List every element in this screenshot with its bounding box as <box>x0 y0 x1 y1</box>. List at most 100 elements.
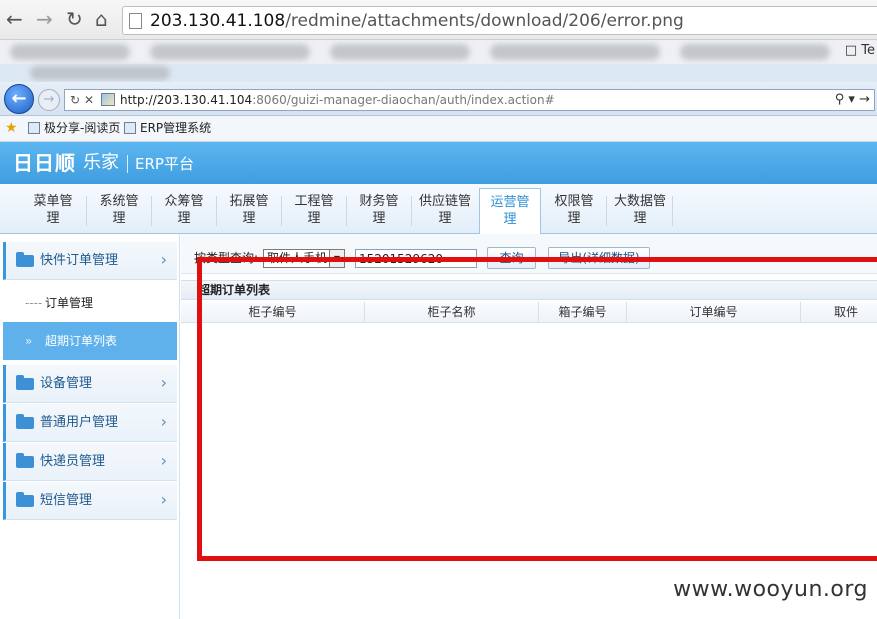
nav-separator <box>151 196 152 226</box>
nav-separator <box>346 196 347 226</box>
favorite-page-icon <box>28 122 40 134</box>
watermark: www.wooyun.org <box>673 577 868 602</box>
app-header: 日日顺 乐家 ERP平台 <box>0 142 877 184</box>
tree-branch: ---- <box>25 296 43 310</box>
chevron-right-icon: › <box>160 451 167 470</box>
favorites-bar: ★ 极分享-阅读页 ERP管理系统 <box>0 116 877 142</box>
sidebar-group-label: 快件订单管理 <box>40 253 119 268</box>
nav-label: 权限管理 <box>554 194 594 226</box>
arrow-left-icon[interactable]: ← <box>6 7 23 31</box>
nav-operations-management[interactable]: 运营管理 <box>479 188 541 234</box>
nav-label: 系统管理 <box>99 194 139 226</box>
nav-separator <box>86 196 87 226</box>
nav-label: 工程管理 <box>294 194 334 226</box>
nav-separator <box>411 196 412 226</box>
nav-supply-chain-management[interactable]: 供应链管理 <box>413 188 477 234</box>
blurred-tab <box>30 66 170 80</box>
outer-url-path: /redmine/attachments/download/206/error.… <box>285 11 684 31</box>
ie-tab-strip-blurred <box>0 64 877 82</box>
nav-label: 财务管理 <box>359 194 399 226</box>
nav-label: 运营管理 <box>490 195 530 227</box>
sidebar-group-label: 快递员管理 <box>40 454 106 469</box>
folder-icon <box>16 252 34 267</box>
sidebar-group-express-orders[interactable]: 快件订单管理 › <box>3 242 177 280</box>
sidebar-item-label: 订单管理 <box>45 296 94 310</box>
nav-permission-management[interactable]: 权限管理 <box>543 188 605 234</box>
favorite-link-jifenxiang[interactable]: 极分享-阅读页 <box>28 121 120 136</box>
outer-bookmarks-bar-blurred: □ Te <box>0 40 877 64</box>
nav-system-management[interactable]: 系统管理 <box>88 188 150 234</box>
home-icon[interactable]: ⌂ <box>95 7 108 31</box>
favorite-link-erp[interactable]: ERP管理系统 <box>124 121 211 136</box>
forward-arrow-icon[interactable]: → <box>38 89 60 111</box>
nav-label: 众筹管理 <box>164 194 204 226</box>
sidebar-item-overdue-orders[interactable]: » 超期订单列表 <box>3 322 177 360</box>
ie-url-path: :8060/guizi-manager-diaochan/auth/index.… <box>252 93 555 107</box>
stop-icon[interactable]: ✕ <box>84 92 94 108</box>
platform-title: ERP平台 <box>135 155 194 173</box>
sidebar-group-sms-management[interactable]: 短信管理 › <box>3 482 177 520</box>
outer-browser-toolbar: ← → ↻ ⌂ 203.130.41.108/redmine/attachmen… <box>0 0 877 40</box>
sidebar-group-label: 普通用户管理 <box>40 415 119 430</box>
bookmark-tail-label: Te <box>861 43 875 58</box>
folder-icon <box>16 375 34 390</box>
page-icon <box>129 13 142 29</box>
chevron-right-icon: › <box>160 373 167 392</box>
blurred-bookmark <box>490 44 660 60</box>
sidebar-group-user-management[interactable]: 普通用户管理 › <box>3 404 177 442</box>
nav-expansion-management[interactable]: 拓展管理 <box>218 188 280 234</box>
outer-address-bar[interactable]: 203.130.41.108/redmine/attachments/downl… <box>122 6 877 35</box>
tree-branch: » <box>25 334 33 348</box>
blurred-bookmark <box>330 44 470 60</box>
arrow-right-icon[interactable]: → <box>36 7 53 31</box>
folder-icon <box>16 453 34 468</box>
back-arrow-icon[interactable]: ← <box>4 84 34 114</box>
favorite-label: ERP管理系统 <box>140 121 212 135</box>
nav-label: 拓展管理 <box>229 194 269 226</box>
folder-icon <box>16 414 34 429</box>
page-icon: □ <box>844 43 862 58</box>
nav-engineering-management[interactable]: 工程管理 <box>283 188 345 234</box>
nav-separator <box>672 196 673 226</box>
chevron-right-icon: › <box>160 250 167 269</box>
nav-crowdfunding-management[interactable]: 众筹管理 <box>153 188 215 234</box>
nav-big-data-management[interactable]: 大数据管理 <box>608 188 672 234</box>
folder-icon <box>16 492 34 507</box>
sidebar-group-label: 短信管理 <box>40 493 93 508</box>
ie-address-bar[interactable]: ↻ ✕ http://203.130.41.104:8060/guizi-man… <box>64 89 875 111</box>
brand-logo-sub: 乐家 <box>83 152 119 173</box>
ie-url-text: http://203.130.41.104:8060/guizi-manager… <box>120 92 555 108</box>
nav-separator <box>606 196 607 226</box>
ie-toolbar: ← → ↻ ✕ http://203.130.41.104:8060/guizi… <box>0 82 877 116</box>
favorite-label: 极分享-阅读页 <box>44 121 121 135</box>
search-icon[interactable]: ⚲ ▾ → <box>835 91 870 109</box>
outer-url-text: 203.130.41.108/redmine/attachments/downl… <box>150 10 684 32</box>
image-file-icon <box>101 93 115 106</box>
refresh-icon[interactable]: ↻ <box>70 92 80 108</box>
nav-label: 大数据管理 <box>614 194 667 226</box>
ie-url-host: http://203.130.41.104 <box>120 93 253 107</box>
outer-url-host: 203.130.41.108 <box>150 11 286 31</box>
sidebar-item-label: 超期订单列表 <box>45 334 118 348</box>
nav-separator <box>216 196 217 226</box>
main-nav: 菜单管理 系统管理 众筹管理 拓展管理 工程管理 财务管理 供应链管理 运营管理… <box>0 184 877 234</box>
nav-menu-management[interactable]: 菜单管理 <box>22 188 84 234</box>
nav-label: 供应链管理 <box>419 194 472 226</box>
sidebar: 快件订单管理 › ---- 订单管理 » 超期订单列表 设备管理 › 普通用户管… <box>0 234 180 619</box>
bookmark-tail[interactable]: □ Te <box>845 43 875 58</box>
sidebar-group-label: 设备管理 <box>40 376 93 391</box>
star-icon[interactable]: ★ <box>5 120 18 136</box>
chevron-right-icon: › <box>160 412 167 431</box>
nav-separator <box>281 196 282 226</box>
nav-finance-management[interactable]: 财务管理 <box>348 188 410 234</box>
sidebar-item-order-management[interactable]: ---- 订单管理 <box>3 284 177 322</box>
chevron-right-icon: › <box>160 490 167 509</box>
brand-logo: 日日顺 <box>13 151 76 175</box>
blurred-bookmark <box>150 44 310 60</box>
sidebar-group-courier-management[interactable]: 快递员管理 › <box>3 443 177 481</box>
favorite-page-icon <box>124 122 136 134</box>
nav-label: 菜单管理 <box>33 194 73 226</box>
blurred-bookmark <box>680 44 830 60</box>
sidebar-group-device-management[interactable]: 设备管理 › <box>3 365 177 403</box>
reload-icon[interactable]: ↻ <box>66 7 83 31</box>
